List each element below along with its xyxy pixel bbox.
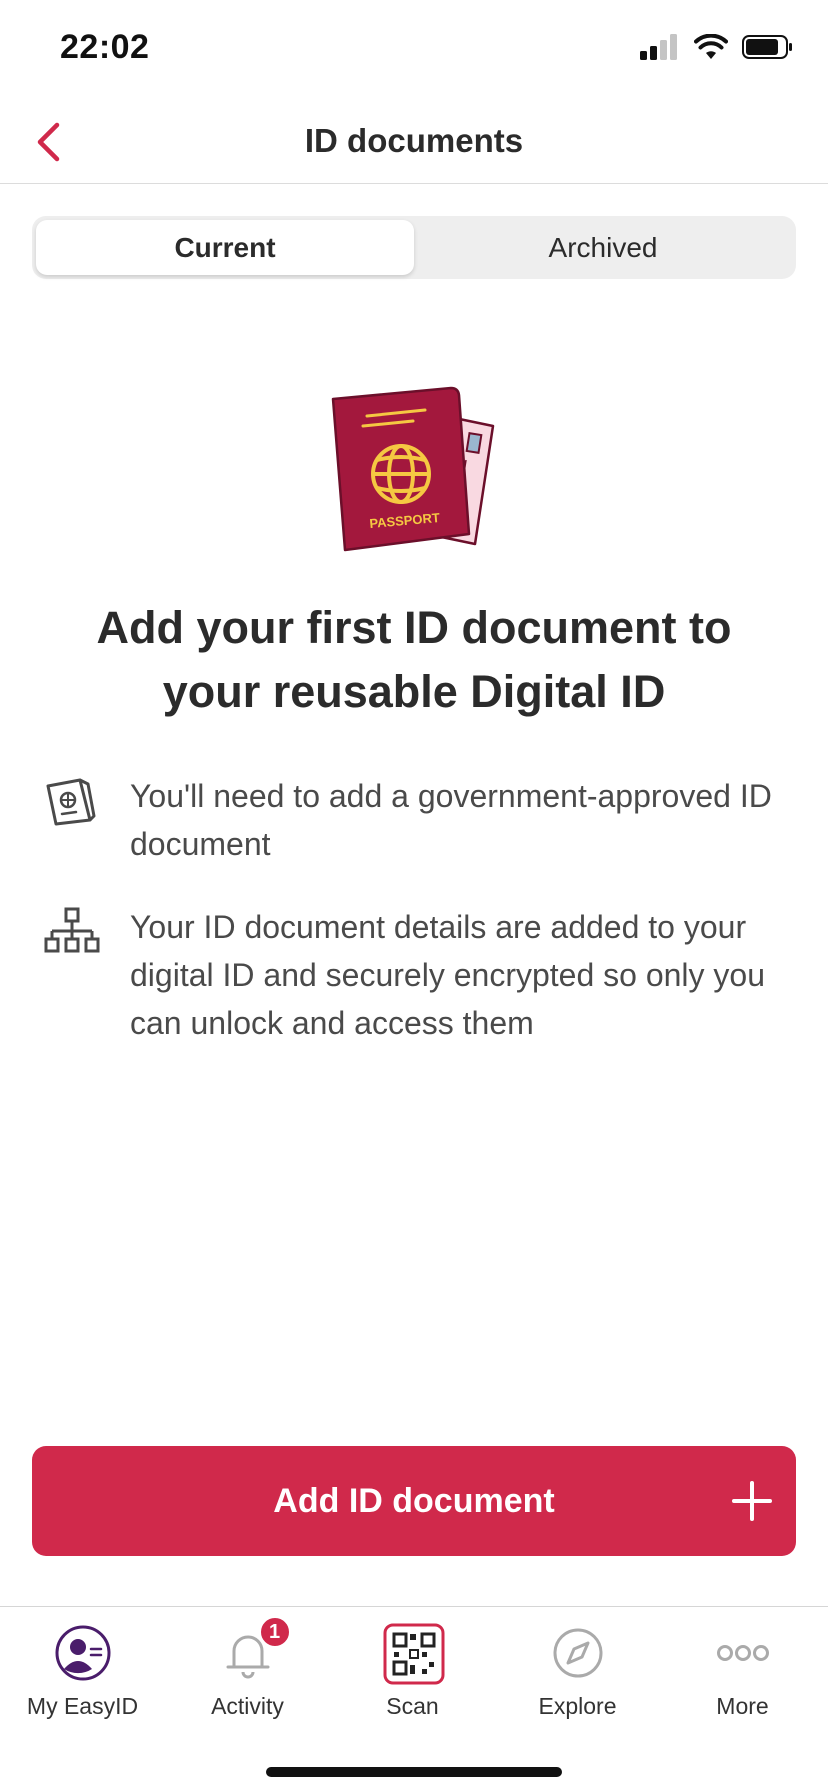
tab-more[interactable]: More [660,1623,825,1733]
tab-label: Explore [538,1693,617,1719]
tab-current[interactable]: Current [36,220,414,275]
empty-state-headline: Add your first ID document to your reusa… [96,602,732,717]
documents-segmented-control: Current Archived [32,216,796,279]
profile-icon [55,1625,110,1681]
tab-explore[interactable]: Explore [495,1623,660,1733]
add-id-document-button[interactable]: Add ID document [32,1446,796,1556]
compass-icon [553,1628,602,1678]
info-text: You'll need to add a government-approved… [130,778,772,862]
passport-graphic: PASSPORT [331,386,471,552]
navigation-bar: ID documents [0,100,828,184]
battery-icon [742,35,792,59]
bottom-tab-bar: My EasyID 1 Activity Scan Explore More [0,1606,828,1792]
info-item: You'll need to add a government-approved… [44,772,784,868]
tab-scan[interactable]: Scan [330,1623,495,1733]
info-item: Your ID document details are added to yo… [44,903,784,1047]
notification-badge: 1 [257,1615,292,1649]
passport-illustration: PASSPORT [331,386,495,552]
qr-code-icon [383,1623,444,1685]
tab-label: Scan [386,1693,439,1719]
hierarchy-icon [44,907,100,953]
page-title: ID documents [304,122,524,159]
status-time: 22:02 [60,28,150,66]
plus-icon [732,1481,772,1521]
tab-archived[interactable]: Archived [414,220,792,275]
tab-label: Activity [211,1693,284,1719]
more-icon [716,1645,769,1661]
tab-my-easyid[interactable]: My EasyID [0,1623,165,1733]
status-bar: 22:02 [0,0,828,100]
passport-outline-icon [46,778,96,826]
tab-activity[interactable]: 1 Activity [165,1615,330,1733]
add-id-document-label: Add ID document [273,1481,555,1520]
info-text: Your ID document details are added to yo… [130,909,766,1041]
wifi-icon [694,34,728,59]
signal-icon [640,34,677,60]
status-icons [640,34,794,60]
tab-label: More [716,1693,769,1719]
tab-label: My EasyID [26,1693,139,1719]
home-indicator [266,1767,562,1777]
